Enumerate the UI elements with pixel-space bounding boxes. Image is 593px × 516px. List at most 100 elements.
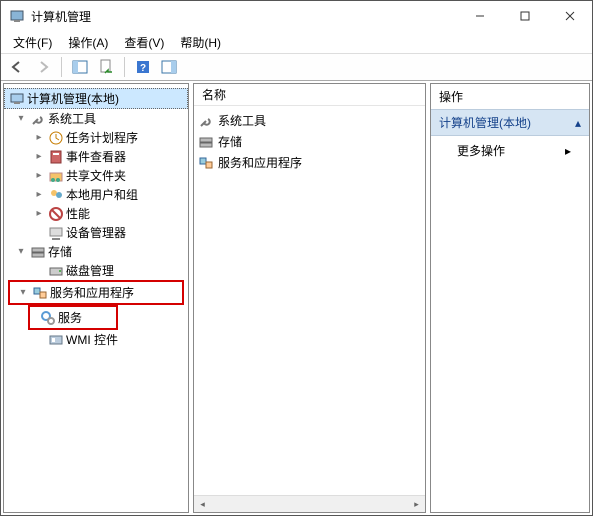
highlight-services: 服务 — [28, 305, 118, 330]
chevron-down-icon[interactable]: ▾ — [16, 287, 30, 298]
action-more[interactable]: 更多操作 ▸ — [431, 136, 589, 165]
tree-users-label: 本地用户和组 — [66, 186, 138, 203]
tree-shared[interactable]: ▸ 共享文件夹 — [4, 166, 188, 185]
content-area: 计算机管理(本地) ▾ 系统工具 ▸ 任务计划程序 ▸ 事件查看器 — [1, 81, 592, 515]
storage-icon — [30, 244, 46, 260]
minimize-button[interactable] — [457, 1, 502, 31]
tree-devmgr-label: 设备管理器 — [66, 224, 126, 241]
chevron-right-icon[interactable]: ▸ — [32, 170, 46, 181]
computer-icon — [9, 91, 25, 107]
tree-root[interactable]: 计算机管理(本地) — [4, 88, 188, 109]
device-icon — [48, 225, 64, 241]
tree-eventvwr-label: 事件查看器 — [66, 148, 126, 165]
chevron-right-icon[interactable]: ▸ — [32, 132, 46, 143]
tree-systools[interactable]: ▾ 系统工具 — [4, 109, 188, 128]
tree-diskmgmt-label: 磁盘管理 — [66, 262, 114, 279]
chevron-right-icon[interactable]: ▸ — [32, 189, 46, 200]
list-item-label: 系统工具 — [218, 112, 266, 129]
tree-diskmgmt[interactable]: 磁盘管理 — [4, 261, 188, 280]
app-icon — [9, 8, 25, 24]
toolbar-separator — [61, 57, 62, 77]
services-apps-icon — [32, 285, 48, 301]
list-item-storage[interactable]: 存储 — [194, 131, 425, 152]
tree-scheduler-label: 任务计划程序 — [66, 129, 138, 146]
highlight-services-apps: ▾ 服务和应用程序 — [8, 280, 184, 305]
tree-users[interactable]: ▸ 本地用户和组 — [4, 185, 188, 204]
menubar: 文件(F) 操作(A) 查看(V) 帮助(H) — [1, 31, 592, 53]
toolbar: ? — [1, 53, 592, 81]
tree-services-apps-label: 服务和应用程序 — [50, 284, 134, 301]
clock-icon — [48, 130, 64, 146]
show-action-pane-button[interactable] — [157, 56, 181, 78]
actions-group[interactable]: 计算机管理(本地) ▴ — [431, 109, 589, 136]
window-buttons — [457, 1, 592, 31]
horizontal-scrollbar[interactable]: ◂ ▸ — [194, 495, 425, 512]
help-button[interactable]: ? — [131, 56, 155, 78]
tree-perf-label: 性能 — [66, 205, 90, 222]
maximize-button[interactable] — [502, 1, 547, 31]
tree-storage[interactable]: ▾ 存储 — [4, 242, 188, 261]
scroll-right-arrow[interactable]: ▸ — [408, 496, 425, 513]
tree-pane: 计算机管理(本地) ▾ 系统工具 ▸ 任务计划程序 ▸ 事件查看器 — [3, 83, 189, 513]
tree-scheduler[interactable]: ▸ 任务计划程序 — [4, 128, 188, 147]
menu-help[interactable]: 帮助(H) — [174, 32, 227, 53]
tree-devmgr[interactable]: 设备管理器 — [4, 223, 188, 242]
actions-group-label: 计算机管理(本地) — [439, 114, 531, 131]
tree-storage-label: 存储 — [48, 243, 72, 260]
tree-services[interactable]: 服务 — [30, 308, 116, 327]
actions-pane: 操作 计算机管理(本地) ▴ 更多操作 ▸ — [430, 83, 590, 513]
show-hide-tree-button[interactable] — [68, 56, 92, 78]
tree-root-label: 计算机管理(本地) — [27, 90, 119, 107]
menu-action[interactable]: 操作(A) — [62, 32, 114, 53]
scroll-left-arrow[interactable]: ◂ — [194, 496, 211, 513]
tree-eventvwr[interactable]: ▸ 事件查看器 — [4, 147, 188, 166]
svg-text:?: ? — [140, 63, 146, 74]
close-button[interactable] — [547, 1, 592, 31]
collapse-icon: ▴ — [575, 116, 581, 130]
wmi-icon — [48, 332, 64, 348]
menu-view[interactable]: 查看(V) — [118, 32, 170, 53]
book-icon — [48, 149, 64, 165]
tools-icon — [198, 113, 214, 129]
back-button[interactable] — [5, 56, 29, 78]
tree: 计算机管理(本地) ▾ 系统工具 ▸ 任务计划程序 ▸ 事件查看器 — [4, 84, 188, 353]
tree-wmi-label: WMI 控件 — [66, 331, 118, 348]
tree-services-apps[interactable]: ▾ 服务和应用程序 — [10, 283, 182, 302]
column-header-name[interactable]: 名称 — [194, 84, 425, 106]
list-item-services-apps[interactable]: 服务和应用程序 — [194, 152, 425, 173]
titlebar: 计算机管理 — [1, 1, 592, 31]
tree-shared-label: 共享文件夹 — [66, 167, 126, 184]
tree-services-label: 服务 — [58, 309, 82, 326]
list-item-label: 服务和应用程序 — [218, 154, 302, 171]
list-pane: 名称 系统工具 存储 服务和应用程序 ◂ ▸ — [193, 83, 426, 513]
perf-icon — [48, 206, 64, 222]
storage-icon — [198, 134, 214, 150]
tree-perf[interactable]: ▸ 性能 — [4, 204, 188, 223]
titlebar-left: 计算机管理 — [1, 8, 91, 25]
gears-icon — [40, 310, 56, 326]
export-button[interactable] — [94, 56, 118, 78]
tree-systools-label: 系统工具 — [48, 110, 96, 127]
list-item-label: 存储 — [218, 133, 242, 150]
actions-header-label: 操作 — [439, 90, 463, 104]
tools-icon — [30, 111, 46, 127]
forward-button[interactable] — [31, 56, 55, 78]
services-apps-icon — [198, 155, 214, 171]
users-icon — [48, 187, 64, 203]
list-item-systools[interactable]: 系统工具 — [194, 110, 425, 131]
actions-header: 操作 — [431, 84, 589, 109]
chevron-right-icon[interactable]: ▸ — [32, 208, 46, 219]
chevron-right-icon[interactable]: ▸ — [32, 151, 46, 162]
action-more-label: 更多操作 — [457, 142, 505, 159]
chevron-right-icon: ▸ — [565, 144, 571, 158]
window-title: 计算机管理 — [31, 8, 91, 25]
disk-icon — [48, 263, 64, 279]
tree-wmi[interactable]: WMI 控件 — [4, 330, 188, 349]
toolbar-separator-2 — [124, 57, 125, 77]
window-root: 计算机管理 文件(F) 操作(A) 查看(V) 帮助(H) ? — [0, 0, 593, 516]
chevron-down-icon[interactable]: ▾ — [14, 246, 28, 257]
chevron-down-icon[interactable]: ▾ — [14, 113, 28, 124]
menu-file[interactable]: 文件(F) — [7, 32, 58, 53]
column-header-name-label: 名称 — [202, 86, 226, 103]
shared-folder-icon — [48, 168, 64, 184]
